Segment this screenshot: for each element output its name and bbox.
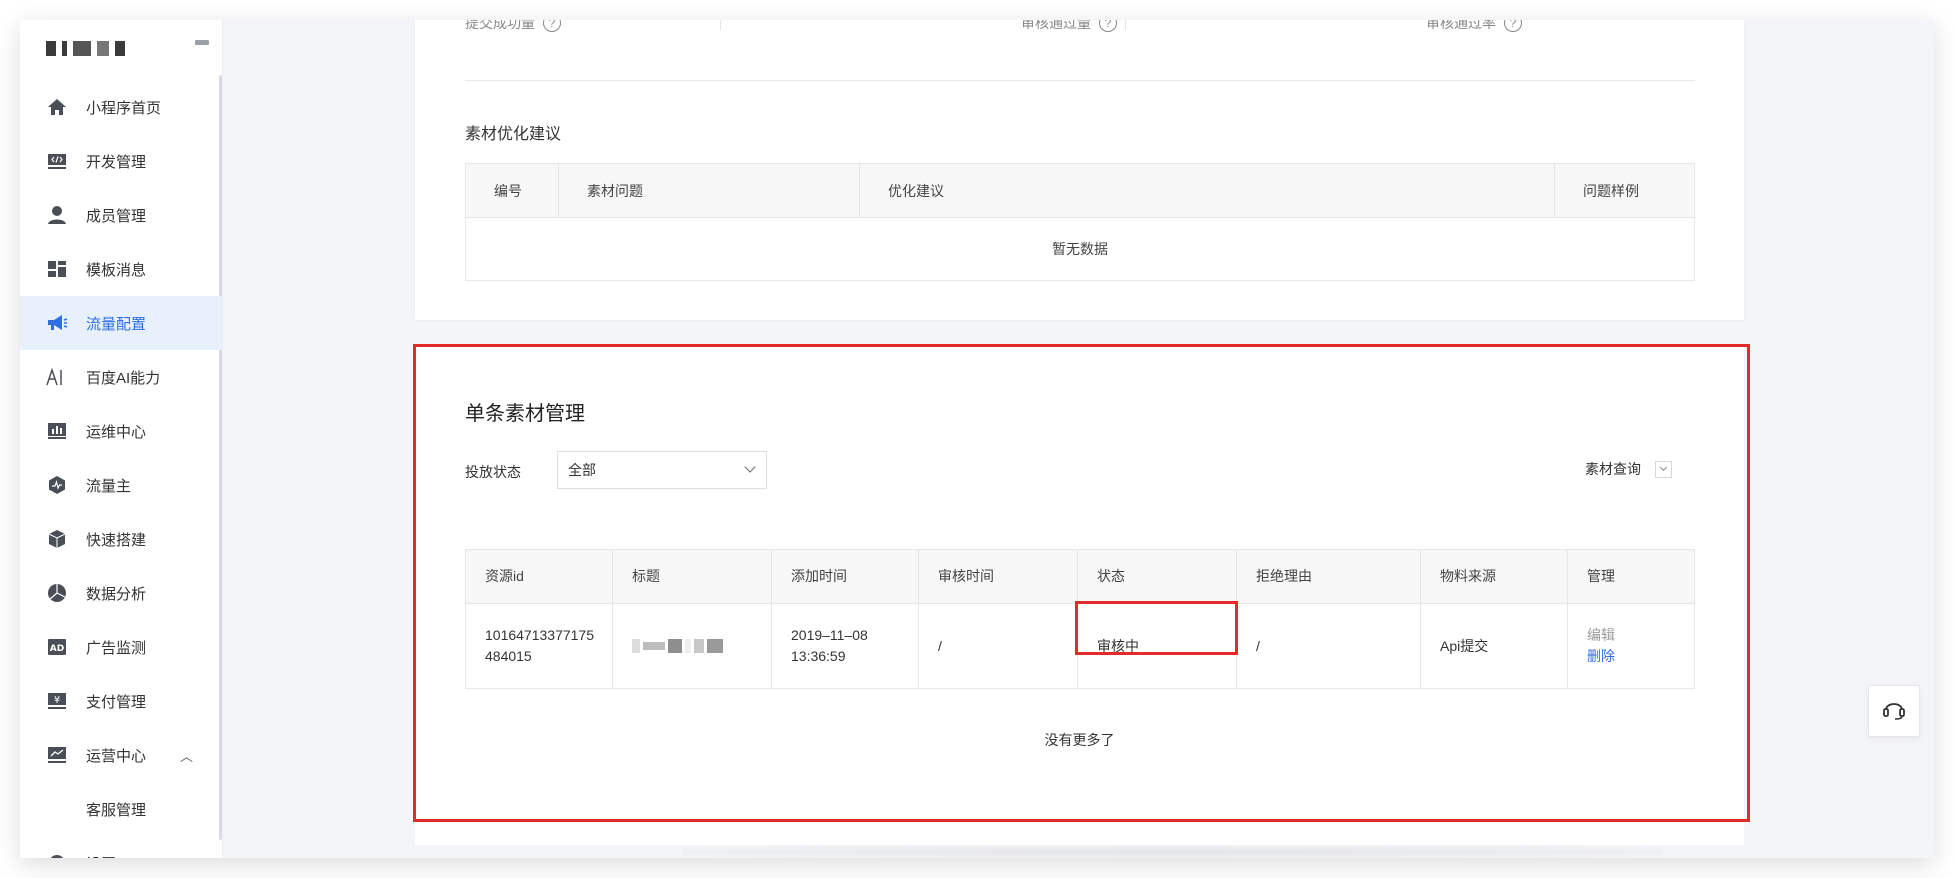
sidebar-item-traffic-config[interactable]: 流量配置 xyxy=(20,296,223,350)
headset-icon xyxy=(1881,696,1907,727)
sidebar-item-label: 小程序首页 xyxy=(86,99,162,117)
template-icon xyxy=(46,258,68,280)
sidebar-item-template[interactable]: 模板消息 xyxy=(20,242,223,296)
megaphone-icon xyxy=(46,312,68,334)
ai-icon xyxy=(46,366,68,388)
sidebar-item-label: 快速搭建 xyxy=(86,531,147,549)
divider xyxy=(1125,20,1126,30)
operation-icon xyxy=(46,744,68,766)
sidebar-item-home[interactable]: 小程序首页 xyxy=(20,80,223,134)
status-highlight-frame xyxy=(1075,601,1238,655)
main-content: 提交成功量 ? 审核通过量 ? 审核通过率 ? 素材优化建议 编号 素材问题 优… xyxy=(223,20,1934,858)
metric-submit-success: 提交成功量 ? xyxy=(465,20,870,32)
home-icon xyxy=(46,96,68,118)
column-header: 优化建议 xyxy=(860,164,1555,217)
traffic-icon xyxy=(46,474,68,496)
suggestions-title: 素材优化建议 xyxy=(465,126,562,143)
sidebar-item-payment[interactable]: ¥ 支付管理 xyxy=(20,674,223,728)
cube-icon xyxy=(46,528,68,550)
sidebar-item-label: 流量主 xyxy=(86,477,132,495)
help-icon[interactable]: ? xyxy=(1099,20,1117,32)
sidebar-item-label: 百度AI能力 xyxy=(86,369,161,387)
payment-icon: ¥ xyxy=(46,690,68,712)
code-icon xyxy=(46,150,68,172)
sidebar-item-label: 设置 xyxy=(86,853,116,859)
settings-icon xyxy=(46,852,68,858)
chevron-up-icon[interactable]: ︿ xyxy=(180,746,193,765)
sidebar-item-dev[interactable]: 开发管理 xyxy=(20,134,223,188)
sidebar-item-ad-monitor[interactable]: AD 广告监测 xyxy=(20,620,223,674)
user-icon xyxy=(46,204,68,226)
divider xyxy=(720,20,721,30)
sidebar-item-settings[interactable]: 设置 xyxy=(20,836,223,858)
sidebar-item-members[interactable]: 成员管理 xyxy=(20,188,223,242)
sidebar-item-operation-center[interactable]: 运营中心 ︿ xyxy=(20,728,223,782)
sidebar-item-traffic-owner[interactable]: 流量主 xyxy=(20,458,223,512)
column-header: 编号 xyxy=(466,164,559,217)
highlight-frame xyxy=(413,344,1750,822)
chart-icon xyxy=(46,420,68,442)
metric-approved-count: 审核通过量 ? xyxy=(870,20,1275,32)
metrics-row: 提交成功量 ? 审核通过量 ? 审核通过率 ? xyxy=(465,20,1695,32)
metric-label: 审核通过量 xyxy=(1021,20,1091,31)
empty-state: 暂无数据 xyxy=(1052,241,1108,257)
column-header: 素材问题 xyxy=(559,164,860,217)
sidebar-item-quick-build[interactable]: 快速搭建 xyxy=(20,512,223,566)
sidebar-nav: 小程序首页 开发管理 成员管理 模板消息 流量配置 百度AI能力 运维中心 流量… xyxy=(20,80,223,858)
app-window: 小程序首页 开发管理 成员管理 模板消息 流量配置 百度AI能力 运维中心 流量… xyxy=(20,20,1934,858)
sidebar-item-label: 开发管理 xyxy=(86,153,147,171)
metric-label: 提交成功量 xyxy=(465,20,535,31)
metric-label: 审核通过率 xyxy=(1426,20,1496,31)
ad-icon: AD xyxy=(46,636,68,658)
sidebar-item-customer-service[interactable]: 客服管理 xyxy=(20,782,223,836)
bottom-shadow xyxy=(683,846,1663,858)
sidebar-item-label: 流量配置 xyxy=(86,315,147,333)
sidebar-item-label: 模板消息 xyxy=(86,261,147,279)
help-icon[interactable]: ? xyxy=(543,20,561,32)
app-logo xyxy=(46,40,125,56)
overview-card: 提交成功量 ? 审核通过量 ? 审核通过率 ? 素材优化建议 编号 素材问题 优… xyxy=(415,20,1744,320)
sidebar-item-label: 广告监测 xyxy=(86,639,147,657)
sidebar-item-label: 成员管理 xyxy=(86,207,147,225)
divider xyxy=(465,80,1695,81)
sidebar-item-ai[interactable]: 百度AI能力 xyxy=(20,350,223,404)
sidebar: 小程序首页 开发管理 成员管理 模板消息 流量配置 百度AI能力 运维中心 流量… xyxy=(20,20,223,858)
sidebar-item-data-analysis[interactable]: 数据分析 xyxy=(20,566,223,620)
svg-text:AD: AD xyxy=(50,644,64,654)
suggestions-table: 编号 素材问题 优化建议 问题样例 暂无数据 xyxy=(465,163,1695,281)
sidebar-item-label: 运维中心 xyxy=(86,423,147,441)
help-icon[interactable]: ? xyxy=(1504,20,1522,32)
column-header: 问题样例 xyxy=(1583,182,1639,199)
sidebar-item-label: 客服管理 xyxy=(86,801,147,819)
table-header: 编号 素材问题 优化建议 问题样例 xyxy=(466,164,1694,218)
sidebar-item-ops[interactable]: 运维中心 xyxy=(20,404,223,458)
sidebar-item-label: 运营中心 xyxy=(86,747,147,765)
customer-service-button[interactable] xyxy=(1868,685,1920,737)
sidebar-item-label: 支付管理 xyxy=(86,693,147,711)
collapse-sidebar-icon[interactable] xyxy=(195,40,209,45)
metric-approved-rate: 审核通过率 ? xyxy=(1275,20,1680,32)
sidebar-item-label: 数据分析 xyxy=(86,585,147,603)
pie-icon xyxy=(46,582,68,604)
svg-text:¥: ¥ xyxy=(54,695,60,706)
